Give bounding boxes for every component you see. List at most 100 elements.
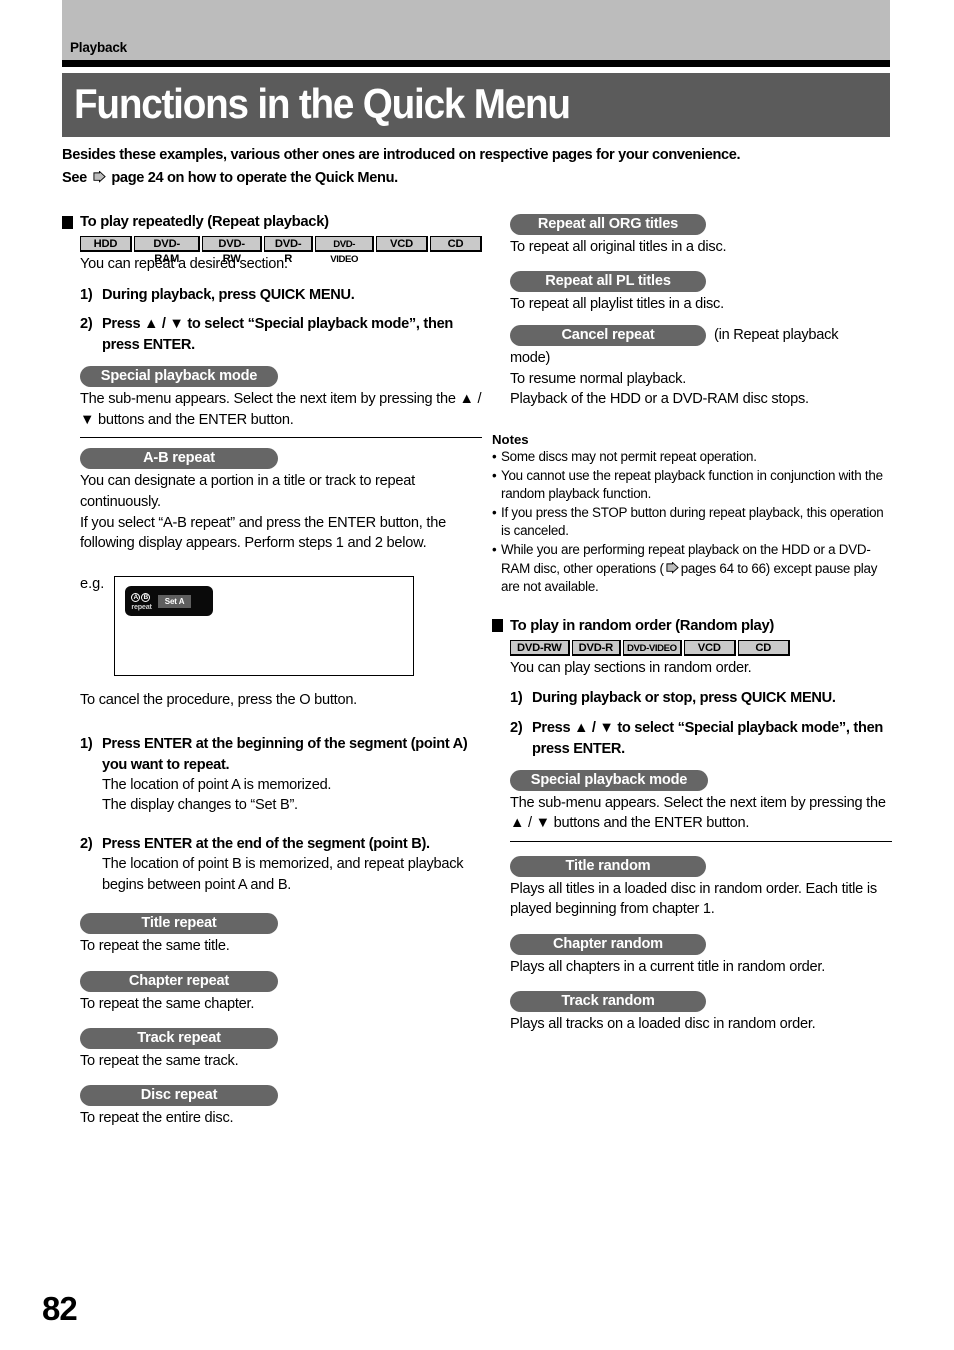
left-column: To play repeatedly (Repeat playback) HDD… bbox=[62, 214, 483, 1129]
repeat-step-2: 2) Press ▲ / ▼ to select “Special playba… bbox=[80, 314, 482, 355]
note-bullet-icon: • bbox=[492, 542, 497, 558]
random-disc-badge-row: DVD-RW DVD-R DVD-VIDEO VCD CD bbox=[510, 639, 892, 656]
pill-repeat-all-pl-titles[interactable]: Repeat all PL titles bbox=[510, 271, 706, 293]
left-special-playback-mode-desc: The sub-menu appears. Select the next it… bbox=[80, 390, 482, 428]
pill-special-playback-mode[interactable]: Special playback mode bbox=[80, 365, 278, 387]
circled-a-icon: A bbox=[131, 592, 141, 602]
repeat-item-track: Track repeat To repeat the same track. bbox=[62, 1027, 482, 1071]
track-random-desc: Plays all tracks on a loaded disc in ran… bbox=[510, 1016, 816, 1033]
ab-repeat-pill-block: A-B repeat bbox=[80, 448, 482, 470]
right-special-playback-mode-block: Special playback mode bbox=[510, 769, 892, 791]
repeat-playback-heading: To play repeatedly (Repeat playback) bbox=[62, 214, 482, 230]
repeat-all-pl-desc: To repeat all playlist titles in a disc. bbox=[510, 296, 724, 313]
note-1-text: Some discs may not permit repeat operati… bbox=[501, 449, 757, 464]
pill-track-repeat[interactable]: Track repeat bbox=[80, 1027, 278, 1049]
circled-b-icon: B bbox=[141, 592, 151, 602]
intro-see-text: page 24 on how to operate the Quick Menu… bbox=[111, 169, 398, 186]
right-section-divider bbox=[510, 841, 892, 843]
note-bullet-icon: • bbox=[492, 505, 497, 521]
ab-repeat-desc-1: You can designate a portion in a title o… bbox=[80, 473, 415, 511]
disc-badge-vcd: VCD bbox=[376, 236, 429, 252]
random-step-1-number: 1) bbox=[510, 690, 523, 707]
random-step-2-number: 2) bbox=[510, 720, 523, 737]
title-band: Functions in the Quick Menu bbox=[62, 73, 890, 137]
disc-badge-dvd-video: DVD-VIDEO bbox=[315, 236, 375, 265]
disc-badge-dvd-r: DVD-R bbox=[571, 639, 622, 656]
ab-repeat-step-1-number: 1) bbox=[80, 736, 93, 753]
disc-badge-hdd: HDD bbox=[80, 236, 132, 252]
square-bullet-icon bbox=[62, 215, 73, 229]
pill-repeat-all-org-titles[interactable]: Repeat all ORG titles bbox=[510, 214, 706, 235]
chapter-repeat-desc: To repeat the same chapter. bbox=[80, 995, 255, 1012]
random-step-1: 1) During playback or stop, press QUICK … bbox=[510, 688, 892, 709]
pill-special-playback-mode[interactable]: Special playback mode bbox=[510, 769, 708, 791]
ab-repeat-step-2-head: 2) Press ENTER at the end of the segment… bbox=[80, 834, 482, 854]
ab-repeat-step-1: 1) Press ENTER at the beginning of the s… bbox=[80, 734, 482, 816]
repeat-all-org-desc: To repeat all original titles in a disc. bbox=[510, 239, 727, 255]
pill-disc-repeat[interactable]: Disc repeat bbox=[80, 1085, 278, 1107]
ab-repeat-step-1-sub-1: The location of point A is memorized. bbox=[102, 777, 332, 794]
right-special-playback-mode-desc: The sub-menu appears. Select the next it… bbox=[510, 794, 886, 832]
osd-set-a-badge: Set A bbox=[157, 594, 192, 608]
disc-badge-dvd-ram: DVD-RAM bbox=[134, 236, 201, 265]
page-reference-arrow-icon bbox=[93, 170, 106, 183]
repeat-step-1-number: 1) bbox=[80, 286, 93, 303]
note-item-4: • While you are performing repeat playba… bbox=[492, 541, 892, 595]
cancel-repeat-line-3: To resume normal playback. bbox=[510, 370, 686, 387]
disc-badge-cd: CD bbox=[430, 236, 483, 252]
ab-repeat-step-2-bold: Press ENTER at the end of the segment (p… bbox=[102, 835, 430, 852]
chapter-random-desc: Plays all chapters in a current title in… bbox=[510, 958, 826, 975]
title-repeat-desc: To repeat the same title. bbox=[80, 938, 230, 955]
pill-cancel-repeat[interactable]: Cancel repeat bbox=[510, 324, 706, 346]
note-bullet-icon: • bbox=[492, 449, 497, 464]
page-reference-arrow-icon bbox=[666, 561, 679, 574]
note-item-1: • Some discs may not permit repeat opera… bbox=[492, 448, 892, 466]
random-play-section: To play in random order (Random play) DV… bbox=[492, 618, 892, 1035]
chapter-label: Playback bbox=[70, 40, 127, 55]
ab-repeat-step-2-number: 2) bbox=[80, 835, 93, 852]
disc-badge-vcd: VCD bbox=[683, 639, 736, 656]
repeat-step-2-text: Press ▲ / ▼ to select “Special playback … bbox=[102, 316, 453, 354]
cancel-repeat-line: Cancel repeat (in Repeat playback bbox=[510, 324, 892, 346]
repeat-playback-heading-label: To play repeatedly (Repeat playback) bbox=[80, 214, 329, 230]
repeat-item-title: Title repeat To repeat the same title. bbox=[62, 913, 482, 956]
random-item-chapter: Chapter random Plays all chapters in a c… bbox=[492, 933, 892, 977]
ab-repeat-step-1-head: 1) Press ENTER at the beginning of the s… bbox=[80, 734, 482, 775]
right-column: Repeat all ORG titles To repeat all orig… bbox=[492, 214, 892, 1035]
chapter-band: Playback bbox=[62, 0, 890, 60]
page-title: Functions in the Quick Menu bbox=[74, 80, 571, 128]
osd-indicator: A B repeat Set A bbox=[125, 586, 214, 617]
random-step-2: 2) Press ▲ / ▼ to select “Special playba… bbox=[510, 718, 892, 759]
ab-repeat-step-1-bold: Press ENTER at the beginning of the segm… bbox=[102, 736, 468, 773]
notes-title: Notes bbox=[492, 432, 529, 447]
disc-badge-dvd-video: DVD-VIDEO bbox=[623, 639, 682, 656]
pill-chapter-repeat[interactable]: Chapter repeat bbox=[80, 970, 278, 992]
repeat-step-1: 1) During playback, press QUICK MENU. bbox=[80, 285, 482, 306]
title-random-desc: Plays all titles in a loaded disc in ran… bbox=[510, 881, 877, 918]
random-lead-text: You can play sections in random order. bbox=[510, 659, 752, 676]
ab-repeat-example: e.g. A B repeat Set A bbox=[80, 576, 482, 677]
ab-repeat-step-2: 2) Press ENTER at the end of the segment… bbox=[80, 834, 482, 895]
repeat-item-disc: Disc repeat To repeat the entire disc. bbox=[62, 1085, 482, 1128]
random-step-2-text: Press ▲ / ▼ to select “Special playback … bbox=[532, 720, 883, 757]
ab-repeat-step-2-sub-1: The location of point B is memorized, an… bbox=[102, 856, 464, 893]
note-item-2: • You cannot use the repeat playback fun… bbox=[492, 467, 892, 503]
pill-title-repeat[interactable]: Title repeat bbox=[80, 913, 278, 935]
pill-track-random[interactable]: Track random bbox=[510, 991, 706, 1013]
pill-ab-repeat[interactable]: A-B repeat bbox=[80, 448, 278, 470]
osd-ab-group: A B repeat bbox=[131, 592, 152, 610]
pill-chapter-random[interactable]: Chapter random bbox=[510, 933, 706, 955]
pill-title-random[interactable]: Title random bbox=[510, 856, 706, 878]
intro-line-1: Besides these examples, various other on… bbox=[62, 147, 741, 163]
repeat-step-1-text: During playback, press QUICK MENU. bbox=[102, 286, 355, 303]
intro-paragraph: Besides these examples, various other on… bbox=[62, 144, 892, 189]
repeat-disc-badge-row: HDD DVD-RAM DVD-RW DVD-R DVD-VIDEO VCD C… bbox=[80, 236, 483, 265]
osd-example-box: A B repeat Set A bbox=[114, 576, 415, 677]
random-steps-list: 1) During playback or stop, press QUICK … bbox=[510, 688, 892, 759]
disc-repeat-desc: To repeat the entire disc. bbox=[80, 1110, 234, 1127]
disc-badge-dvd-rw: DVD-RW bbox=[510, 639, 570, 656]
left-section-divider bbox=[80, 437, 482, 439]
disc-badge-dvd-r: DVD-R bbox=[263, 236, 314, 265]
intro-line-2: See page 24 on how to operate the Quick … bbox=[62, 167, 892, 190]
eg-label: e.g. bbox=[80, 576, 105, 593]
